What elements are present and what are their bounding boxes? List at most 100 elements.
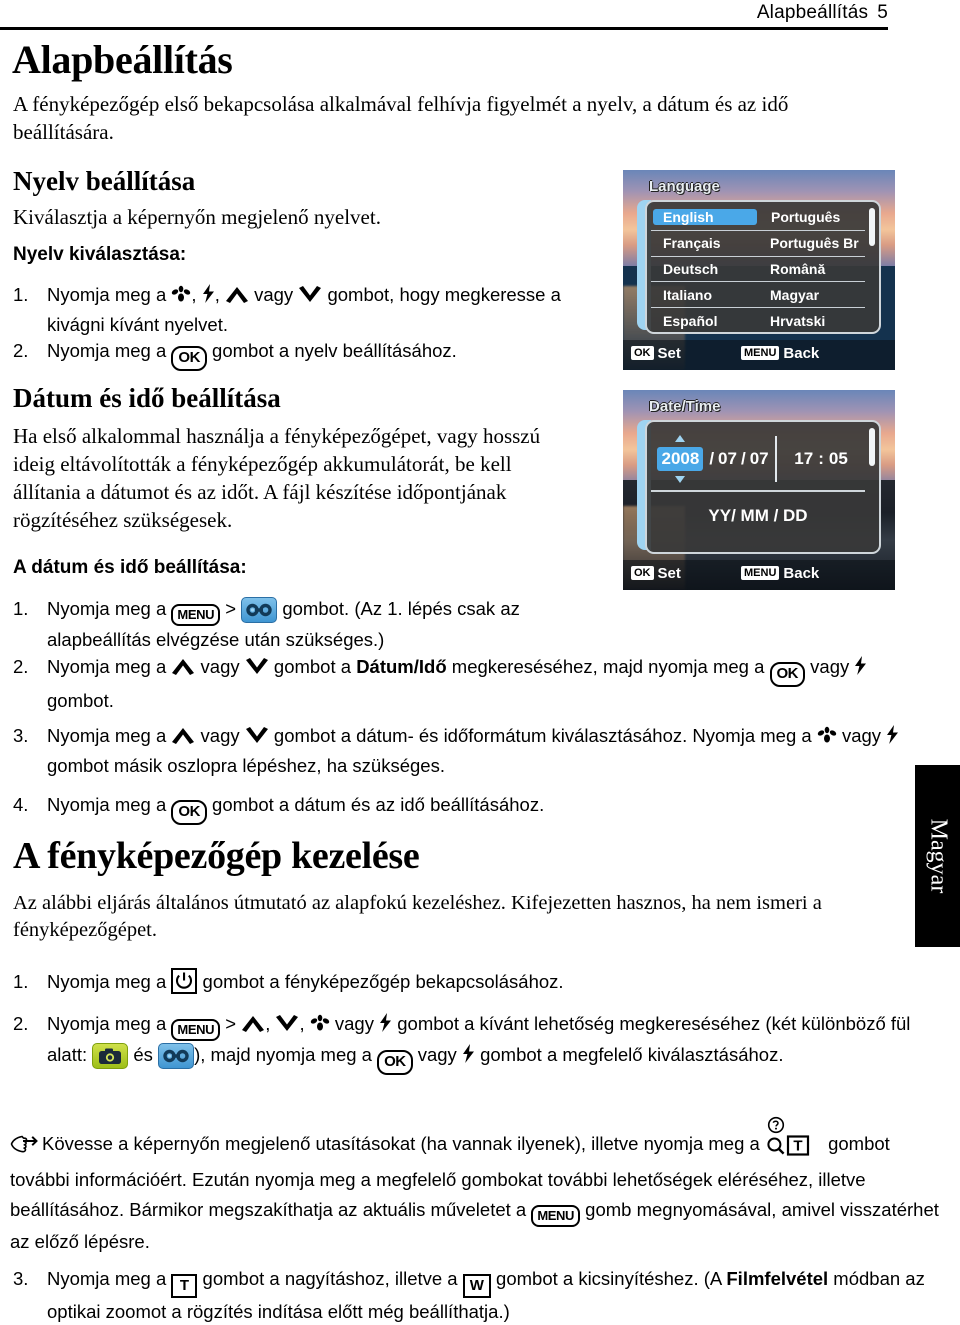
step-text: vagy [248,284,299,305]
day-value[interactable]: 07 [750,449,769,469]
increment-arrow-icon[interactable] [675,435,686,442]
step-text: Nyomja meg a [47,794,172,815]
step-number: 4. [13,794,29,815]
ok-key-badge: OK [631,566,654,580]
manual-page: Alapbeállítás 5 Alapbeállítás A fényképez… [0,0,960,1322]
page-title: Alapbeállítás [12,37,233,82]
tip-note: Kövesse a képernyőn megjelenő utasítások… [10,1116,940,1257]
language-option-romana[interactable]: Română [758,261,865,277]
step-text: Nyomja meg a [47,1013,172,1034]
step-text: vagy [805,656,855,677]
step-number: 2. [13,656,29,677]
step-number: 1. [13,284,29,305]
step-text: , [191,284,202,305]
ok-button-glyph: OK [377,1050,413,1075]
year-value: 2008 [661,449,700,468]
page-header: Alapbeállítás 5 [0,0,960,34]
panel-scrollbar[interactable] [869,428,875,466]
minute-value[interactable]: 05 [829,449,848,469]
month-value[interactable]: 07 [718,449,737,469]
macro-icon [817,724,837,752]
panel-scrollbar[interactable] [869,208,875,246]
language-option-francais[interactable]: Français [651,235,758,251]
datetime-step-1: 1. Nyomja meg a MENU > gombot. (Az 1. lé… [13,595,573,654]
language-option-italiano[interactable]: Italiano [651,287,758,303]
subheading-language-select: Nyelv kiválasztása: [13,244,187,265]
hour-value[interactable]: 17 [794,449,813,469]
language-option-hrvatski[interactable]: Hrvatski [758,313,865,329]
year-field[interactable]: 2008 [657,435,704,483]
intro-paragraph: A fényképezőgép első bekapcsolása alkalm… [13,92,789,144]
arrow-up-icon [171,655,195,683]
set-label: Set [657,565,681,582]
language-option-deutsch[interactable]: Deutsch [651,261,758,277]
step-text: Nyomja meg a [47,598,172,619]
language-row[interactable]: Français Português Br [651,231,865,257]
decrement-arrow-icon[interactable] [675,476,686,483]
language-option-portugues-br[interactable]: Português Br [758,235,865,251]
subheading-datetime-set: A dátum és idő beállítása: [13,557,247,578]
step-number: 3. [13,1268,29,1289]
step-text: , [265,1013,276,1034]
pointing-hand-icon [10,1133,42,1163]
svg-text:T: T [793,1138,802,1155]
language-option-portugues[interactable]: Português [759,209,865,225]
language-option-magyar[interactable]: Magyar [758,287,865,303]
setup-wrench-icon [241,597,278,623]
menu-key-badge: MENU [741,346,780,360]
step-text: gombot a [268,656,357,677]
language-row[interactable]: English Português [651,205,865,231]
panel-body: 2008 / 07 / 07 17 : 05 YY/ MM / DD [645,420,881,554]
language-row[interactable]: Deutsch Română [651,257,865,283]
step-text: Nyomja meg a [47,284,172,305]
language-option-english[interactable]: English [653,209,757,226]
footer-set-action: OK Set [631,345,681,362]
ok-key-badge: OK [631,346,654,360]
step-text: vagy [195,725,245,746]
step-text: gombot a nyelv beállításához. [206,340,457,361]
header-title: Alapbeállítás [756,2,869,23]
menu-button-glyph: MENU [171,604,221,626]
flash-icon [202,283,215,311]
menu-button-glyph: MENU [531,1205,581,1227]
language-row[interactable]: Italiano Magyar [651,282,865,309]
date-group: 2008 / 07 / 07 [651,435,775,483]
lcd-menu-title: Language [649,178,720,195]
datetime-body: Ha első alkalommal használja a fényképez… [13,424,541,532]
step-text: gombot a megfelelő kiválasztásához. [474,1044,784,1065]
arrow-down-icon [245,655,269,683]
date-format-row[interactable]: YY/ MM / DD [651,496,865,536]
step-number: 2. [13,1013,29,1034]
step-text: Nyomja meg a [47,971,172,992]
step-text: vagy [329,1013,380,1034]
record-camera-icon [92,1043,129,1069]
camera-step-3: 3. Nyomja meg a T gombot a nagyításhoz, … [13,1265,933,1325]
panel-body: English Português Français Português Br … [645,200,881,334]
step-number: 3. [13,725,29,746]
step-text: vagy [836,725,887,746]
flash-icon [462,1043,475,1071]
date-separator-2: / [740,449,746,468]
wide-zoom-button-glyph: W [462,1274,491,1298]
tele-zoom-button-glyph: T [171,1274,198,1298]
flash-icon [886,724,899,752]
camera-step-1: 1. Nyomja meg a gombot a fényképezőgép b… [13,968,713,996]
step-text: vagy [195,656,245,677]
time-group: 17 : 05 [777,449,865,469]
language-side-tab: Magyar [915,765,960,947]
step-text: gombot a dátum és az idő beállításához. [206,794,545,815]
screenshot-datetime-menu: Date/Time 2008 / 07 / 07 17: 05 YY/ MM … [623,390,895,590]
macro-icon [171,283,191,311]
camera-operation-body: Az alábbi eljárás általános útmutató az … [13,892,822,941]
step-text: és [128,1044,159,1065]
step-text: , [214,284,225,305]
language-step-1: 1. Nyomja meg a , , vagy gombot, hogy me… [13,281,598,339]
lcd-footer-bar: OK Set MENU Back [623,340,895,370]
step-text: Nyomja meg a [47,1268,172,1289]
time-separator: : [818,449,824,468]
language-option-espanol[interactable]: Español [651,313,758,329]
language-row[interactable]: Español Hrvatski [651,308,865,333]
step-text: Nyomja meg a [47,725,172,746]
lcd-footer-bar: OK Set MENU Back [623,560,895,590]
datetime-value-row: 2008 / 07 / 07 17 : 05 [651,428,865,492]
